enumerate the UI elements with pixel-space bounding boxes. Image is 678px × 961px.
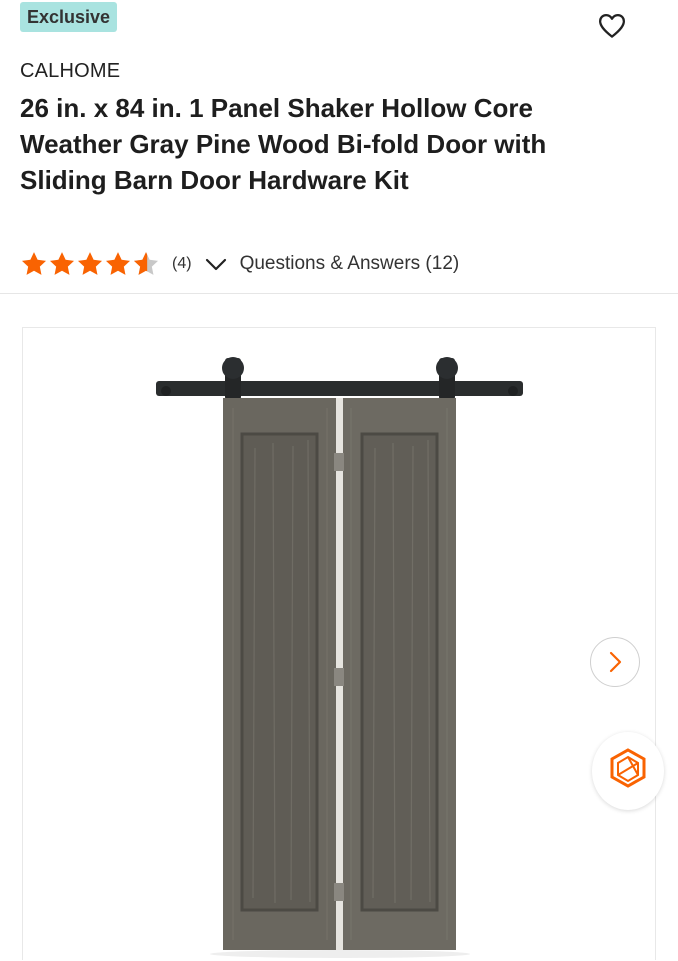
divider xyxy=(0,293,678,294)
product-image xyxy=(156,357,523,958)
rating-row: (4) Questions & Answers (12) xyxy=(20,249,459,279)
brand-name[interactable]: CALHOME xyxy=(20,60,120,83)
product-title: 26 in. x 84 in. 1 Panel Shaker Hollow Co… xyxy=(20,93,547,195)
star-rating[interactable] xyxy=(20,250,160,278)
ar-view-button[interactable] xyxy=(592,732,664,810)
chevron-down-icon[interactable] xyxy=(204,252,228,276)
exclusive-badge: Exclusive xyxy=(20,2,118,32)
star-icon xyxy=(77,252,103,275)
chevron-right-icon xyxy=(609,651,622,673)
questions-answers-link[interactable]: Questions & Answers (12) xyxy=(240,253,460,275)
hexagon-ar-icon xyxy=(610,748,646,788)
review-count[interactable]: (4) xyxy=(172,255,192,273)
next-image-button[interactable] xyxy=(590,637,640,687)
star-icon xyxy=(49,252,75,275)
star-icon xyxy=(105,252,131,275)
product-image-gallery[interactable] xyxy=(22,327,656,960)
star-icon xyxy=(21,252,47,275)
heart-icon[interactable] xyxy=(597,11,627,41)
half-star-icon xyxy=(133,252,159,275)
